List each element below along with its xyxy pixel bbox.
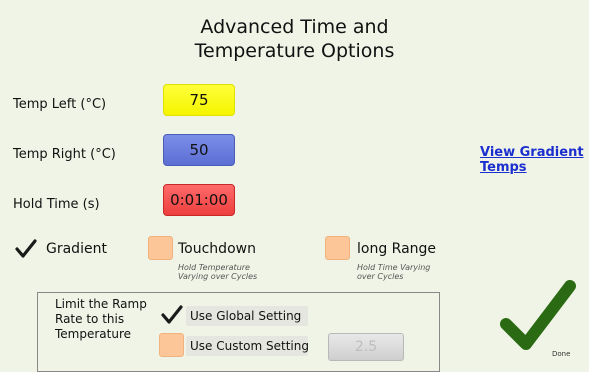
long-range-checkbox[interactable] (325, 236, 350, 260)
long-range-label: long Range (357, 241, 437, 257)
temp-right-input[interactable]: 50 (163, 134, 235, 166)
big-checkmark-icon (500, 280, 576, 350)
done-label: Done (552, 350, 571, 358)
page-title: Advanced Time and Temperature Options (0, 15, 589, 63)
hold-time-label: Hold Time (s) (13, 197, 100, 212)
long-range-description: Hold Time Varying over Cycles (357, 263, 430, 281)
hold-time-input[interactable]: 0:01:00 (163, 184, 235, 216)
ramp-label-line-1: Limit the Ramp (55, 297, 147, 311)
view-gradient-temps-link[interactable]: View Gradient Temps (480, 145, 584, 175)
long-range-sub-2: over Cycles (357, 272, 404, 281)
title-line-2: Temperature Options (194, 40, 395, 62)
link-line-1: View Gradient (480, 145, 584, 160)
temp-right-label: Temp Right (°C) (13, 147, 116, 162)
touchdown-sub-1: Hold Temperature (178, 263, 250, 272)
hold-time-value: 0:01:00 (170, 191, 228, 209)
ramp-label-line-2: Rate to this (55, 312, 125, 326)
touchdown-sub-2: Varying over Cycles (178, 272, 258, 281)
checkmark-icon (14, 239, 37, 258)
ramp-rate-panel: Limit the Ramp Rate to this Temperature … (37, 292, 440, 372)
temp-left-value: 75 (189, 91, 209, 109)
done-button[interactable]: Done (494, 280, 584, 358)
gradient-label: Gradient (46, 241, 107, 257)
touchdown-checkbox[interactable] (148, 236, 173, 260)
use-global-setting-label-bg: Use Global Setting (186, 306, 308, 326)
use-custom-setting-label: Use Custom Setting (190, 339, 309, 353)
checkmark-icon (160, 305, 183, 324)
use-global-setting-label: Use Global Setting (190, 309, 302, 323)
custom-ramp-rate-value: 2.5 (354, 339, 378, 355)
long-range-sub-1: Hold Time Varying (357, 263, 431, 272)
ramp-label-line-3: Temperature (55, 327, 132, 341)
title-line-1: Advanced Time and (200, 16, 389, 38)
touchdown-description: Hold Temperature Varying over Cycles (178, 263, 257, 281)
temp-right-value: 50 (189, 141, 209, 159)
use-custom-setting-label-bg: Use Custom Setting (186, 336, 309, 356)
temp-left-input[interactable]: 75 (163, 84, 235, 116)
gradient-checkbox[interactable] (13, 237, 38, 261)
use-global-setting-checkbox[interactable] (159, 303, 184, 327)
ramp-rate-label: Limit the Ramp Rate to this Temperature (55, 297, 147, 342)
use-custom-setting-checkbox[interactable] (159, 333, 184, 357)
custom-ramp-rate-input[interactable]: 2.5 (328, 333, 404, 361)
link-line-2: Temps (480, 160, 527, 175)
temp-left-label: Temp Left (°C) (13, 97, 107, 112)
touchdown-label: Touchdown (178, 241, 256, 257)
